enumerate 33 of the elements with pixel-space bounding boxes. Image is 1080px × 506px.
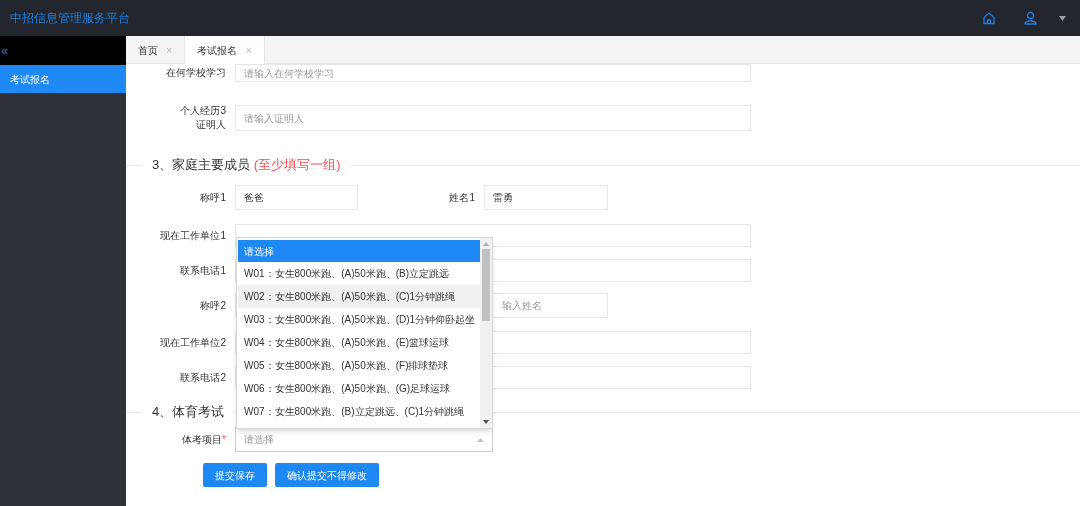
dropdown-option[interactable]: 请选择 bbox=[238, 240, 480, 262]
field-label: 现在工作单位1 bbox=[159, 228, 226, 243]
input-field[interactable]: 雷勇 bbox=[484, 185, 608, 210]
dropdown-option[interactable]: W02：女生800米跑、(A)50米跑、(C)1分钟跳绳 bbox=[238, 285, 480, 308]
field-label: 联系电话1 bbox=[179, 263, 226, 278]
caret-icon[interactable] bbox=[1059, 15, 1066, 21]
sidebar-item[interactable]: 考试报名 bbox=[0, 65, 126, 93]
field-label: 体考项目 bbox=[182, 433, 223, 447]
input-field[interactable]: 请输入在何学校学习 bbox=[235, 64, 751, 82]
section-heading: 4、体育考试 bbox=[151, 403, 226, 422]
field-label: 称呼1 bbox=[199, 190, 226, 205]
field-label: 姓名1 bbox=[448, 191, 475, 205]
caret-icon bbox=[477, 437, 484, 442]
home-icon[interactable] bbox=[982, 11, 996, 25]
submit-button[interactable]: 提交保存 bbox=[203, 463, 267, 487]
submit-button[interactable]: 确认提交不得修改 bbox=[275, 463, 379, 487]
app-title: 中招信息管理服务平台 bbox=[10, 10, 130, 27]
input-field[interactable]: 请输入证明人 bbox=[235, 105, 751, 131]
section-heading: 3、家庭主要成员 (至少填写一组) bbox=[151, 156, 342, 175]
field-label: 在何学校学习 bbox=[165, 66, 226, 80]
scrollbar[interactable] bbox=[480, 238, 492, 428]
field-label: 称呼2 bbox=[199, 298, 226, 313]
field-label: 现在工作单位2 bbox=[159, 335, 226, 350]
scroll-thumb[interactable] bbox=[482, 249, 490, 321]
collapse-button[interactable]: « bbox=[0, 40, 9, 61]
tab[interactable]: 考试报名 × bbox=[184, 36, 265, 64]
user-icon[interactable] bbox=[1024, 11, 1037, 25]
input-field[interactable]: 爸爸 bbox=[235, 185, 358, 210]
field-label: 联系电话2 bbox=[179, 370, 226, 385]
scroll-down-icon[interactable] bbox=[483, 420, 489, 424]
required-mark: * bbox=[222, 433, 226, 447]
tab[interactable]: 首页 × bbox=[126, 36, 185, 64]
field-label: 个人经历3证明人 bbox=[179, 104, 226, 132]
